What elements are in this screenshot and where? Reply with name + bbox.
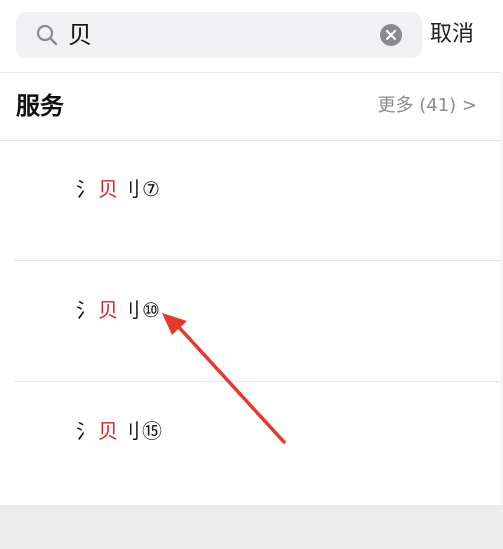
result-title-suffix: 刂⑩ [120, 298, 162, 322]
section-title: 服务 [16, 92, 64, 120]
result-title-suffix: 刂⑮ [120, 419, 164, 443]
search-icon [36, 24, 58, 46]
search-box[interactable]: 贝 [16, 12, 422, 58]
close-icon [385, 29, 397, 41]
result-title: 氵贝刂⑦ [76, 175, 162, 203]
result-item[interactable]: 氵贝刂⑦ [0, 141, 503, 261]
clear-icon[interactable] [380, 24, 402, 46]
bottom-bar [0, 505, 503, 549]
search-input[interactable]: 贝 [68, 20, 92, 50]
result-title-highlight: 贝 [98, 419, 120, 443]
cancel-button[interactable]: 取消 [430, 20, 474, 50]
result-title: 氵贝刂⑩ [76, 296, 162, 324]
result-title-highlight: 贝 [98, 177, 120, 201]
result-title-suffix: 刂⑦ [120, 177, 162, 201]
divider [14, 381, 503, 382]
result-title-prefix: 氵 [76, 177, 98, 201]
result-title-prefix: 氵 [76, 419, 98, 443]
divider [14, 260, 503, 261]
search-bar: 贝 取消 [0, 0, 503, 73]
result-title-prefix: 氵 [76, 298, 98, 322]
more-link[interactable]: 更多 (41) > [378, 93, 477, 119]
section-header: 服务 更多 (41) > [0, 73, 503, 141]
result-item[interactable]: 氵贝刂⑮ [0, 383, 503, 503]
result-title-highlight: 贝 [98, 298, 120, 322]
result-item[interactable]: 氵贝刂⑩ [0, 262, 503, 382]
result-title: 氵贝刂⑮ [76, 417, 164, 445]
